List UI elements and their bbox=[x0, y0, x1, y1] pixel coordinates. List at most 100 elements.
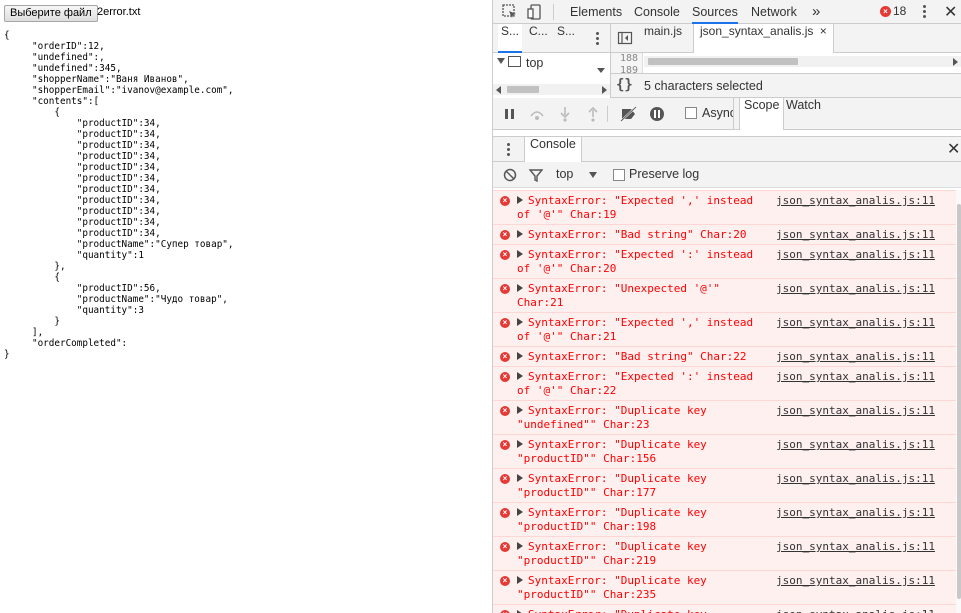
error-message: SyntaxError: "Duplicate key "productID""… bbox=[517, 608, 765, 613]
drawer-menu-icon[interactable] bbox=[507, 143, 511, 158]
navigator-menu-icon[interactable] bbox=[596, 32, 600, 47]
error-message: SyntaxError: "Bad string" Char:22 bbox=[528, 350, 747, 363]
pause-on-exceptions-icon[interactable] bbox=[649, 106, 665, 122]
editor-status-bar: {} 5 characters selected bbox=[611, 73, 961, 98]
source-link[interactable]: json_syntax_analis.js:11 bbox=[776, 608, 935, 613]
source-link[interactable]: json_syntax_analis.js:11 bbox=[776, 370, 935, 384]
devtools-menu-icon[interactable] bbox=[923, 5, 927, 20]
console-error-row[interactable]: × SyntaxError: "Bad string" Char:22 json_s… bbox=[493, 346, 956, 366]
clear-console-icon[interactable] bbox=[503, 168, 517, 185]
device-toolbar-icon[interactable] bbox=[526, 3, 544, 21]
tab-elements[interactable]: Elements bbox=[570, 0, 622, 24]
toolbar-divider bbox=[607, 106, 608, 122]
source-link[interactable]: json_syntax_analis.js:11 bbox=[776, 506, 935, 520]
console-error-row[interactable]: ×SyntaxError: "Duplicate key "productID"… bbox=[493, 570, 956, 604]
error-message: SyntaxError: "Expected ',' instead of '@… bbox=[517, 194, 760, 221]
console-error-row[interactable]: × SyntaxError: "Expected ',' instead of '… bbox=[493, 312, 956, 346]
tab-snippets[interactable]: S... bbox=[557, 24, 575, 53]
error-message: SyntaxError: "Duplicate key "productID""… bbox=[517, 438, 714, 465]
preserve-log-checkbox[interactable] bbox=[613, 169, 625, 181]
console-scrollbar[interactable] bbox=[956, 190, 961, 613]
context-selector[interactable]: top bbox=[556, 167, 573, 181]
error-icon: × bbox=[500, 440, 510, 450]
error-icon: × bbox=[500, 230, 510, 240]
step-into-icon[interactable] bbox=[557, 106, 573, 122]
devtools-main-toolbar: Elements Console Sources Network » × 18 … bbox=[493, 0, 961, 24]
error-icon: × bbox=[500, 542, 510, 552]
close-devtools-icon[interactable]: ✕ bbox=[944, 4, 957, 20]
selection-status: 5 characters selected bbox=[644, 79, 763, 93]
source-link[interactable]: json_syntax_analis.js:11 bbox=[776, 472, 935, 486]
source-link[interactable]: json_syntax_analis.js:11 bbox=[776, 574, 935, 588]
expand-arrow-icon[interactable] bbox=[497, 58, 505, 64]
source-link[interactable]: json_syntax_analis.js:11 bbox=[776, 228, 935, 242]
more-tabs-icon[interactable]: » bbox=[812, 0, 820, 24]
error-message: SyntaxError: "Duplicate key "productID""… bbox=[517, 472, 714, 499]
source-link[interactable]: json_syntax_analis.js:11 bbox=[776, 350, 935, 364]
source-link[interactable]: json_syntax_analis.js:11 bbox=[776, 404, 935, 418]
navigator-tabs: S... C... S... bbox=[493, 24, 611, 53]
choose-file-button[interactable]: Выберите файл bbox=[4, 5, 98, 22]
pretty-print-icon[interactable]: {} bbox=[616, 77, 633, 93]
chosen-file-name: 2error.txt bbox=[97, 6, 141, 18]
tab-sources-navigator[interactable]: S... bbox=[498, 24, 523, 53]
console-toolbar: top Preserve log bbox=[493, 162, 961, 188]
error-message: SyntaxError: "Duplicate key "productID""… bbox=[517, 574, 714, 601]
sidebar-tabs: Scope Watch bbox=[733, 98, 961, 130]
tab-network[interactable]: Network bbox=[751, 0, 797, 24]
code-editor[interactable]: 188 189 bbox=[611, 53, 961, 73]
drawer-tab-console[interactable]: Console bbox=[524, 137, 582, 162]
source-link[interactable]: json_syntax_analis.js:11 bbox=[776, 248, 935, 262]
console-error-row[interactable]: × SyntaxError: "Bad string" Char:20 json_s… bbox=[493, 224, 956, 244]
editor-tab-json-syntax[interactable]: json_syntax_analis.js × bbox=[693, 24, 834, 53]
tab-console[interactable]: Console bbox=[634, 0, 680, 24]
source-link[interactable]: json_syntax_analis.js:11 bbox=[776, 438, 935, 452]
console-error-row[interactable]: × SyntaxError: "Duplicate key "productID"… bbox=[493, 434, 956, 468]
error-count[interactable]: 18 bbox=[893, 4, 906, 18]
json-output: { "orderID":12, "undefined":, "undefined… bbox=[4, 30, 234, 360]
deactivate-breakpoints-icon[interactable] bbox=[620, 106, 637, 122]
source-link[interactable]: json_syntax_analis.js:11 bbox=[776, 316, 935, 330]
navigator-scrollbar[interactable] bbox=[493, 84, 610, 95]
editor-tab-main-js[interactable]: main.js bbox=[638, 24, 688, 53]
console-error-row[interactable]: × SyntaxError: "Unexpected '@'" Char:21 js… bbox=[493, 278, 956, 312]
async-checkbox[interactable] bbox=[685, 107, 697, 119]
source-link[interactable]: json_syntax_analis.js:11 bbox=[776, 194, 935, 208]
line-number: 188 bbox=[619, 53, 638, 64]
close-drawer-icon[interactable]: ✕ bbox=[947, 141, 960, 157]
console-error-row[interactable]: × SyntaxError: "Duplicate key "undefined"… bbox=[493, 400, 956, 434]
close-tab-icon[interactable]: × bbox=[820, 24, 827, 38]
line-number: 189 bbox=[619, 65, 638, 73]
step-out-icon[interactable] bbox=[585, 106, 601, 122]
editor-scrollbar[interactable] bbox=[644, 56, 961, 67]
console-error-row[interactable]: ×SyntaxError: "Duplicate key "productID"… bbox=[493, 536, 956, 570]
console-messages: × SyntaxError: "Expected ',' instead of '… bbox=[493, 190, 956, 613]
step-over-icon[interactable] bbox=[529, 106, 545, 122]
tab-sources[interactable]: Sources bbox=[692, 0, 738, 24]
error-icon: × bbox=[500, 508, 510, 518]
tab-watch[interactable]: Watch bbox=[782, 98, 825, 130]
context-dropdown-icon[interactable] bbox=[589, 172, 597, 178]
scroll-down-icon[interactable] bbox=[597, 68, 605, 73]
frame-icon bbox=[508, 56, 521, 67]
console-error-row[interactable]: ×SyntaxError: "Duplicate key "productID"… bbox=[493, 604, 956, 613]
console-error-row[interactable]: × SyntaxError: "Expected ':' instead of '… bbox=[493, 366, 956, 400]
async-label: Async bbox=[702, 106, 737, 120]
source-link[interactable]: json_syntax_analis.js:11 bbox=[776, 540, 935, 554]
tab-content-scripts[interactable]: C... bbox=[529, 24, 548, 53]
debugger-toolbar: Async bbox=[493, 98, 737, 130]
tab-scope[interactable]: Scope bbox=[739, 98, 785, 130]
console-error-row[interactable]: × SyntaxError: "Expected ':' instead of '… bbox=[493, 244, 956, 278]
toolbar-divider bbox=[553, 4, 554, 20]
file-navigator: top bbox=[493, 53, 611, 98]
console-error-row[interactable]: ×SyntaxError: "Duplicate key "productID"… bbox=[493, 468, 956, 502]
preserve-log-label: Preserve log bbox=[629, 167, 700, 181]
console-error-row[interactable]: ×SyntaxError: "Duplicate key "productID"… bbox=[493, 502, 956, 536]
pause-icon[interactable] bbox=[502, 106, 518, 122]
toggle-navigator-icon[interactable] bbox=[617, 30, 635, 48]
tree-item-top[interactable]: top bbox=[526, 56, 543, 70]
console-error-row[interactable]: × SyntaxError: "Expected ',' instead of '… bbox=[493, 190, 956, 224]
inspect-element-icon[interactable] bbox=[501, 3, 519, 21]
filter-icon[interactable] bbox=[528, 168, 544, 185]
source-link[interactable]: json_syntax_analis.js:11 bbox=[776, 282, 935, 296]
